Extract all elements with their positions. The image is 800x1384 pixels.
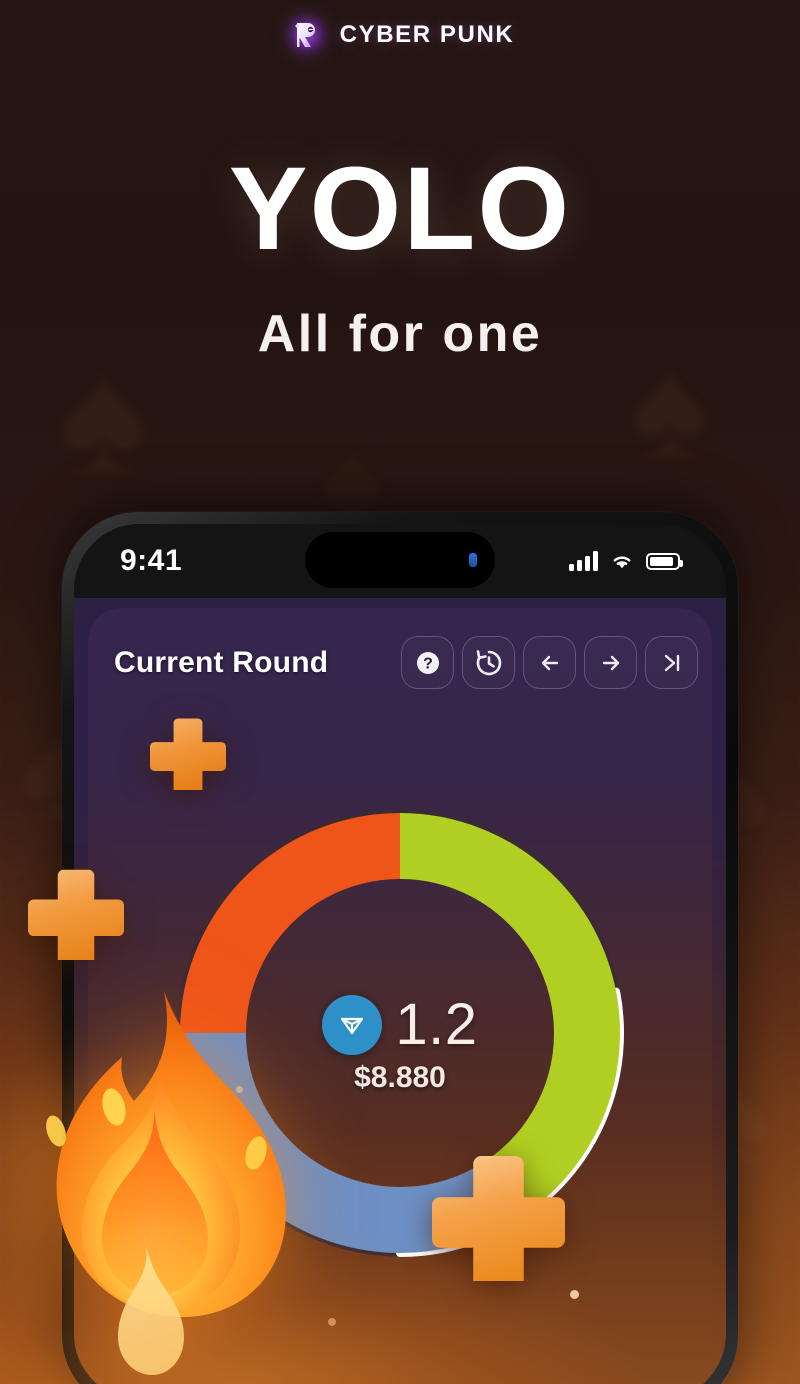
spark-dot — [570, 1290, 579, 1299]
promo-stage: ♠ ♠ ♠ ♠ ♠ ♠ CYBER PUNK YOL — [0, 0, 800, 1384]
skip-forward-icon — [664, 654, 679, 671]
status-bar: 9:41 — [74, 524, 726, 598]
cellular-signal-icon — [569, 551, 598, 571]
hero-block: YOLO All for one — [0, 150, 800, 364]
plus-icon — [28, 869, 124, 960]
spark-dot — [328, 1318, 336, 1326]
arrow-left-icon — [541, 655, 558, 670]
dynamic-island — [305, 532, 495, 588]
history-button[interactable] — [462, 636, 515, 689]
help-button[interactable]: ? — [401, 636, 454, 689]
question-mark-circle-icon: ? — [416, 651, 439, 674]
arrow-right-icon — [602, 655, 619, 670]
flame-icon — [46, 991, 286, 1375]
status-time: 9:41 — [120, 544, 183, 577]
status-icons — [569, 551, 683, 571]
page-title: Current Round — [114, 645, 329, 679]
brand-title: CYBER PUNK — [339, 21, 515, 48]
svg-text:?: ? — [423, 655, 433, 672]
battery-icon — [646, 552, 683, 570]
previous-button[interactable] — [523, 636, 576, 689]
header-actions: ? — [401, 636, 698, 689]
plus-icon — [150, 718, 226, 790]
next-button[interactable] — [584, 636, 637, 689]
brand-lockup: CYBER PUNK — [0, 14, 800, 56]
app-header: Current Round ? — [114, 636, 698, 689]
page-title: YOLO — [228, 143, 572, 275]
plus-icon — [432, 1155, 565, 1281]
wifi-icon — [613, 556, 631, 568]
page-subtitle: All for one — [257, 305, 543, 363]
island-indicator-icon — [469, 553, 477, 567]
skip-to-end-button[interactable] — [645, 636, 698, 689]
viewers-count-label: 5 Watching — [290, 1380, 465, 1384]
clock-rewind-icon — [476, 649, 501, 675]
cyber-punk-r-logo-icon — [285, 14, 328, 56]
